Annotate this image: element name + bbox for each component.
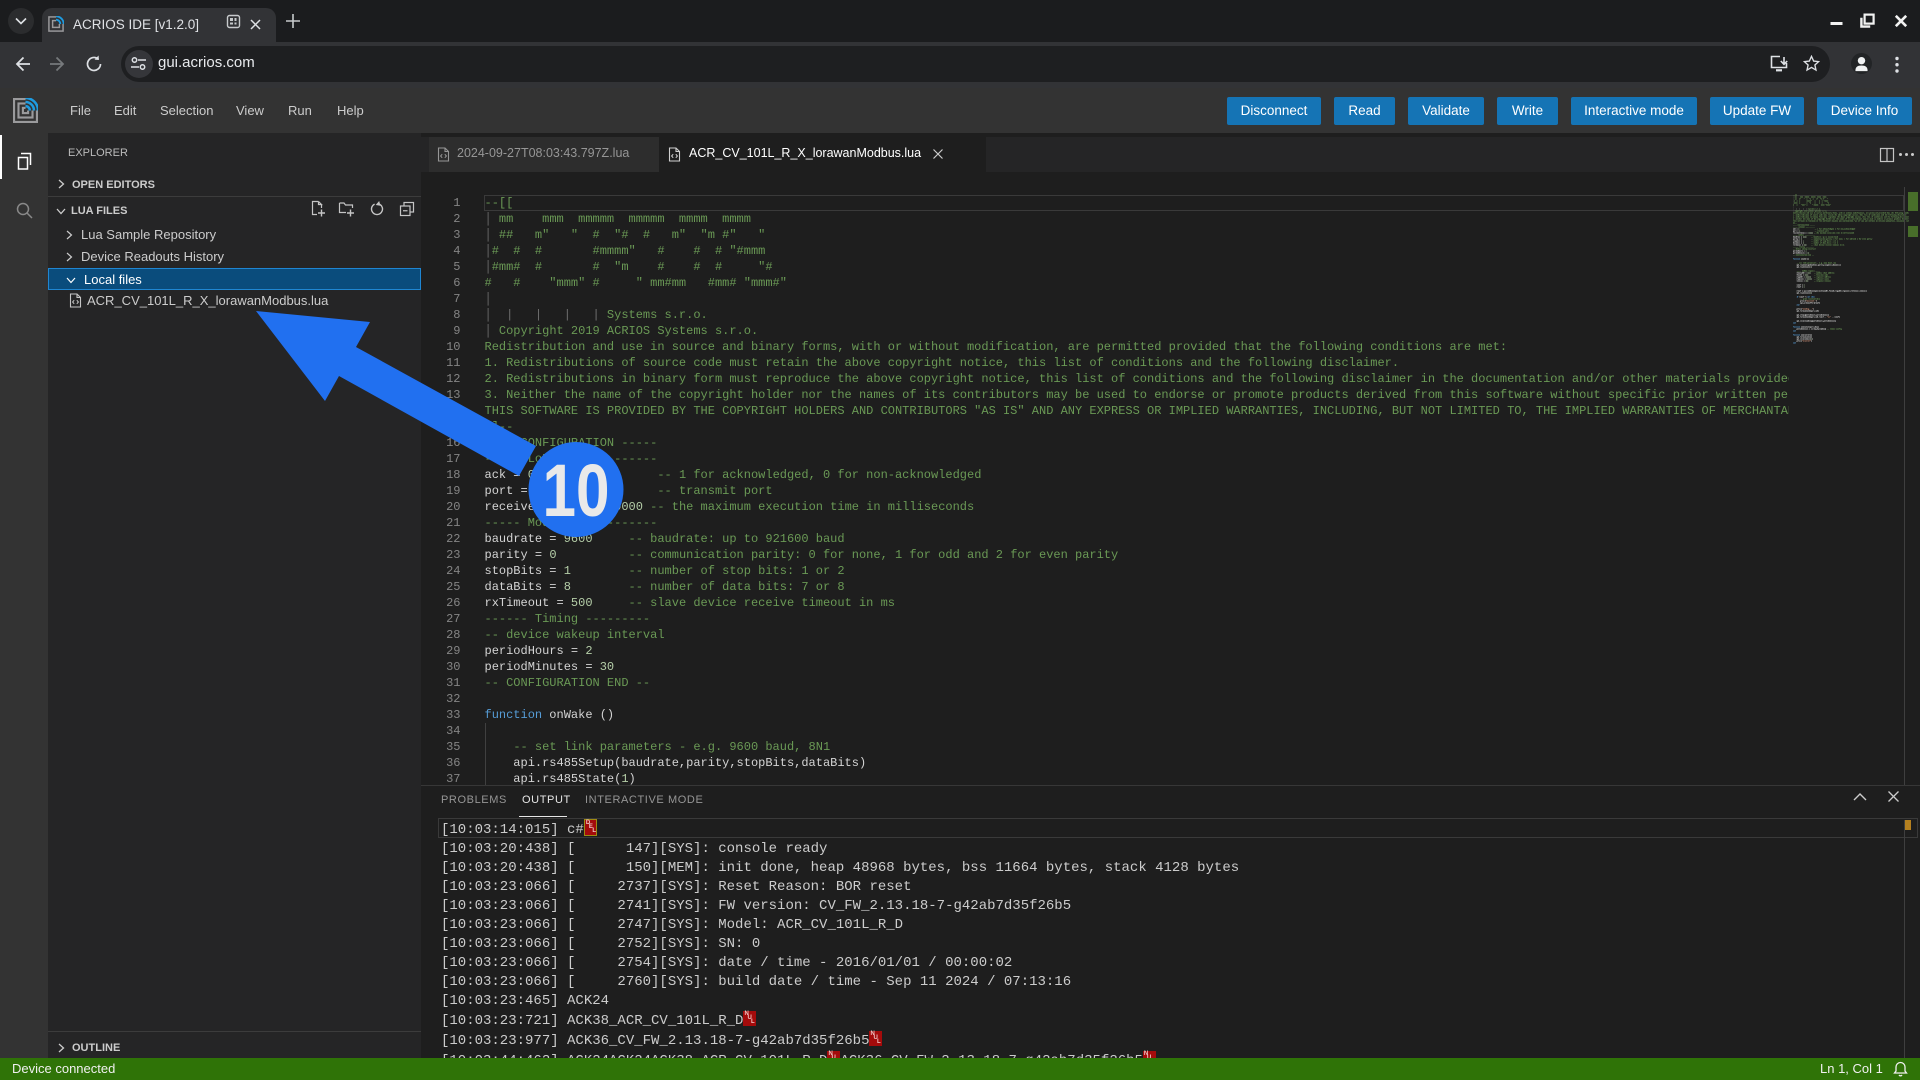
svg-text:10: 10 xyxy=(543,449,610,532)
